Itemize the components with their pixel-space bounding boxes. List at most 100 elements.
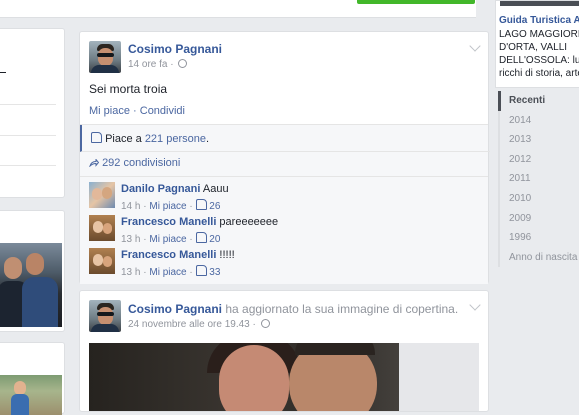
dash-mark	[0, 72, 6, 73]
sunglasses	[97, 53, 114, 57]
woman-face	[219, 345, 289, 411]
commenter-name[interactable]: Francesco Manelli	[121, 249, 216, 261]
chevron-down-icon[interactable]	[469, 40, 481, 52]
likes-prefix: Piace a	[105, 133, 145, 145]
person-face	[26, 253, 44, 275]
comment-item: Francesco Manelli pareeeeeee 13 h · Mi p…	[89, 215, 484, 247]
avatar-face	[98, 307, 113, 325]
timeline-year-2014[interactable]: 2014	[498, 110, 579, 131]
post-author-name[interactable]: Cosimo Pagnani	[128, 42, 222, 56]
avatar-face	[103, 256, 112, 267]
child-face	[14, 381, 26, 395]
timeline-year-birth[interactable]: Anno di nascita	[498, 247, 579, 268]
timeline-year-2009[interactable]: 2009	[498, 208, 579, 229]
comment-like-count[interactable]: 26	[209, 201, 220, 212]
chevron-down-icon[interactable]	[469, 299, 481, 311]
avatar-face	[102, 187, 112, 199]
comment-body: !!!!!	[216, 249, 235, 261]
commenter-avatar[interactable]	[89, 182, 115, 208]
info-row-divider	[0, 135, 56, 136]
avatar-face	[103, 223, 112, 234]
commenter-name[interactable]: Danilo Pagnani	[121, 183, 200, 195]
person-face	[4, 257, 22, 279]
globe-icon[interactable]	[260, 319, 270, 328]
left-info-card	[0, 28, 65, 198]
description-line: ricchi di storia, arte, t	[499, 68, 579, 79]
globe-icon[interactable]	[178, 59, 188, 68]
page-title-link[interactable]: Guida Turistica Alto	[499, 15, 579, 26]
comment-like-count[interactable]: 20	[209, 234, 220, 245]
info-row-divider	[0, 165, 56, 166]
child-photo[interactable]	[0, 375, 62, 415]
like-link[interactable]: Mi piace	[89, 105, 130, 117]
commenter-avatar[interactable]	[89, 215, 115, 241]
thumbs-up-icon	[195, 265, 207, 276]
timeline-year-2011[interactable]: 2011	[498, 169, 579, 189]
avatar-face	[98, 48, 113, 66]
likes-summary: Piace a 221 persone.	[91, 132, 209, 145]
page-description: LAGO MAGGIORE, D'ORTA, VALLI DELL'OSSOLA…	[499, 28, 579, 80]
comment-meta: 13 h · Mi piace · 33	[121, 265, 220, 278]
shares-row: 292 condivisioni	[80, 152, 488, 177]
left-photos-card-2	[0, 342, 65, 415]
timeline-year-1996[interactable]: 1996	[498, 228, 579, 248]
comment-time[interactable]: 13 h ·	[121, 267, 149, 278]
man-hair	[295, 343, 375, 355]
description-line: LAGO MAGGIORE,	[499, 29, 579, 40]
thumbs-up-icon	[195, 232, 207, 243]
comment-text: Danilo Pagnani Aauu	[121, 183, 229, 195]
friend-photo[interactable]	[0, 243, 62, 327]
comment-like-link[interactable]: Mi piace	[149, 201, 186, 212]
timeline-year-2010[interactable]: 2010	[498, 188, 579, 209]
commenter-avatar[interactable]	[89, 248, 115, 274]
comment-like-link[interactable]: Mi piace	[149, 267, 186, 278]
timeline-year-recenti[interactable]: Recenti	[498, 91, 579, 111]
post-timestamp: 24 novembre alle ore 19.43 ·	[128, 319, 270, 330]
comment-meta: 14 h · Mi piace · 26	[121, 199, 220, 212]
comment-text: Francesco Manelli pareeeeeee	[121, 216, 278, 228]
meta-separator: ·	[186, 234, 196, 245]
comment-item: Francesco Manelli !!!!! 13 h · Mi piace …	[89, 248, 484, 280]
comment-text: Francesco Manelli !!!!!	[121, 249, 235, 261]
post-card: Cosimo Pagnani 14 ore fa · Sei morta tro…	[79, 31, 490, 284]
comment-body: pareeeeeee	[216, 216, 279, 228]
author-avatar[interactable]	[89, 41, 121, 73]
comment-like-count[interactable]: 33	[209, 267, 220, 278]
author-avatar[interactable]	[89, 300, 121, 332]
comment-time[interactable]: 13 h ·	[121, 234, 149, 245]
shares-count[interactable]: 292 condivisioni	[102, 157, 180, 169]
timeline-year-2012[interactable]: 2012	[498, 149, 579, 170]
post-time-text[interactable]: 24 novembre alle ore 19.43 ·	[128, 319, 259, 330]
commenter-name[interactable]: Francesco Manelli	[121, 216, 216, 228]
cover-photo[interactable]	[89, 343, 479, 411]
comment-meta: 13 h · Mi piace · 20	[121, 232, 220, 245]
likes-count-link[interactable]: 221 persone	[145, 133, 206, 145]
avatar-face	[92, 188, 102, 200]
post-headline: Cosimo Pagnani ha aggiornato la sua imma…	[128, 302, 458, 316]
post-time-text[interactable]: 14 ore fa ·	[128, 59, 176, 70]
publish-button[interactable]	[357, 0, 475, 4]
action-separator: ·	[129, 105, 140, 117]
comment-body: Aauu	[200, 183, 229, 195]
left-photos-card	[0, 210, 65, 332]
post-author-name[interactable]: Cosimo Pagnani	[128, 302, 222, 316]
avatar-shirt	[91, 324, 119, 332]
post-text: Sei morta troia	[89, 82, 168, 96]
child-body	[11, 394, 29, 415]
sunglasses	[97, 312, 114, 316]
thumbs-up-icon	[195, 199, 207, 210]
cover-update-post: Cosimo Pagnani ha aggiornato la sua imma…	[79, 290, 489, 412]
post-action-text: ha aggiornato la sua immagine di coperti…	[222, 302, 459, 316]
timeline-year-2013[interactable]: 2013	[498, 130, 579, 150]
share-arrow-icon	[89, 159, 99, 167]
page-thumbnail[interactable]	[500, 1, 579, 6]
avatar-face	[93, 254, 103, 266]
feedback-section: Piace a 221 persone. 292 condivisioni Da…	[80, 124, 490, 284]
comment-like-link[interactable]: Mi piace	[149, 234, 186, 245]
meta-separator: ·	[186, 267, 196, 278]
post-actions: Mi piace · Condividi	[89, 105, 185, 117]
share-link[interactable]: Condividi	[140, 105, 185, 117]
comment-time[interactable]: 14 h ·	[121, 201, 149, 212]
shares-summary[interactable]: 292 condivisioni	[89, 157, 180, 169]
avatar-shirt	[91, 65, 119, 73]
